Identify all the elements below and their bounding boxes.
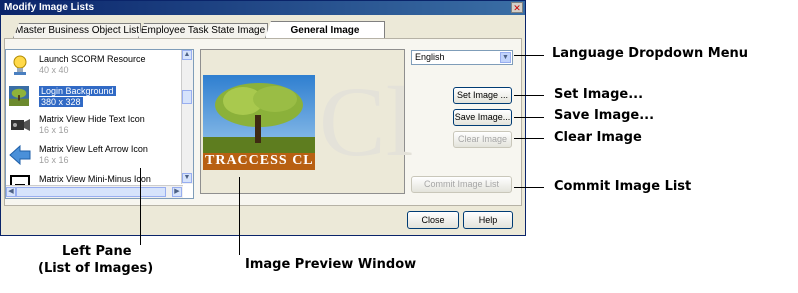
help-button[interactable]: Help	[463, 211, 513, 229]
callout-line-commit	[514, 187, 544, 188]
scroll-up-icon[interactable]: ▲	[182, 50, 192, 60]
scroll-thumb[interactable]	[182, 90, 192, 104]
dialog-title: Modify Image Lists	[4, 2, 95, 13]
tree-thumbnail-icon	[9, 86, 29, 106]
item-dimensions: 380 x 328	[39, 97, 83, 107]
scroll-right-icon[interactable]: ▶	[172, 187, 182, 197]
preview-background-letter: Cl	[319, 66, 414, 177]
item-dimensions: 40 x 40	[39, 65, 69, 75]
modify-image-lists-dialog: Modify Image Lists ✕ Master Business Obj…	[0, 0, 526, 236]
language-value: English	[415, 52, 445, 62]
callout-set-image: Set Image...	[554, 87, 644, 102]
item-dimensions: 16 x 16	[39, 125, 69, 135]
tab-master-business-object-list[interactable]: Master Business Object List	[13, 23, 141, 38]
save-image-button[interactable]: Save Image...	[453, 109, 512, 126]
callout-line-preview	[239, 177, 240, 255]
callout-image-preview-window: Image Preview Window	[245, 257, 417, 272]
callout-line-save-image	[514, 117, 544, 118]
item-name: Matrix View Mini-Minus Icon	[39, 174, 151, 184]
item-name: Matrix View Hide Text Icon	[39, 114, 145, 124]
hscroll-thumb[interactable]	[16, 187, 166, 197]
callout-save-image: Save Image...	[554, 108, 655, 123]
language-dropdown[interactable]: English ▼	[411, 50, 513, 65]
tab-employee-task-state-image-list[interactable]: Employee Task State Image List	[138, 23, 268, 38]
commit-image-list-button[interactable]: Commit Image List	[411, 176, 512, 193]
list-item[interactable]: Matrix View Left Arrow Icon 16 x 16	[6, 142, 184, 170]
callout-line-set-image	[514, 95, 544, 96]
item-dimensions: 16 x 16	[39, 155, 69, 165]
set-image-button[interactable]: Set Image ...	[453, 87, 512, 104]
scroll-down-icon[interactable]: ▼	[182, 173, 192, 183]
callout-language-dropdown: Language Dropdown Menu	[552, 46, 749, 61]
callout-left-pane-title: Left Pane	[62, 244, 132, 259]
lightbulb-icon	[13, 55, 27, 75]
callout-commit-image-list: Commit Image List	[554, 179, 692, 194]
chevron-down-icon[interactable]: ▼	[500, 52, 511, 63]
clear-image-button[interactable]: Clear Image	[453, 131, 512, 148]
list-item-selected[interactable]: Login Background 380 x 328	[6, 82, 184, 110]
left-arrow-icon	[9, 144, 31, 166]
scroll-left-icon[interactable]: ◀	[6, 187, 16, 197]
horizontal-scrollbar[interactable]: ◀ ▶	[6, 185, 183, 198]
vertical-scrollbar[interactable]: ▲ ▼	[181, 50, 193, 184]
callout-clear-image: Clear Image	[554, 130, 642, 145]
close-icon[interactable]: ✕	[511, 2, 523, 13]
callout-left-pane-subtitle: (List of Images)	[38, 261, 154, 276]
list-item[interactable]: Launch SCORM Resource 40 x 40	[6, 52, 184, 80]
item-name: Launch SCORM Resource	[39, 54, 146, 64]
item-name: Matrix View Left Arrow Icon	[39, 144, 148, 154]
image-list-pane[interactable]: Launch SCORM Resource 40 x 40 Login Back…	[5, 49, 194, 199]
tab-general-image-resources[interactable]: General Image Resources	[265, 21, 385, 38]
callout-line-clear-image	[514, 138, 544, 139]
preview-banner-text: TRACCESS CL	[205, 153, 314, 168]
callout-line-left-pane	[140, 168, 141, 245]
title-bar[interactable]: Modify Image Lists	[1, 1, 525, 15]
close-button[interactable]: Close	[407, 211, 459, 229]
image-preview-window: Cl TRACCESS CL	[200, 49, 413, 194]
callout-line-language	[514, 55, 544, 56]
camera-icon	[11, 119, 30, 131]
preview-image: TRACCESS CL	[203, 75, 315, 170]
list-item[interactable]: Matrix View Hide Text Icon 16 x 16	[6, 112, 184, 140]
item-name: Login Background	[39, 86, 116, 96]
